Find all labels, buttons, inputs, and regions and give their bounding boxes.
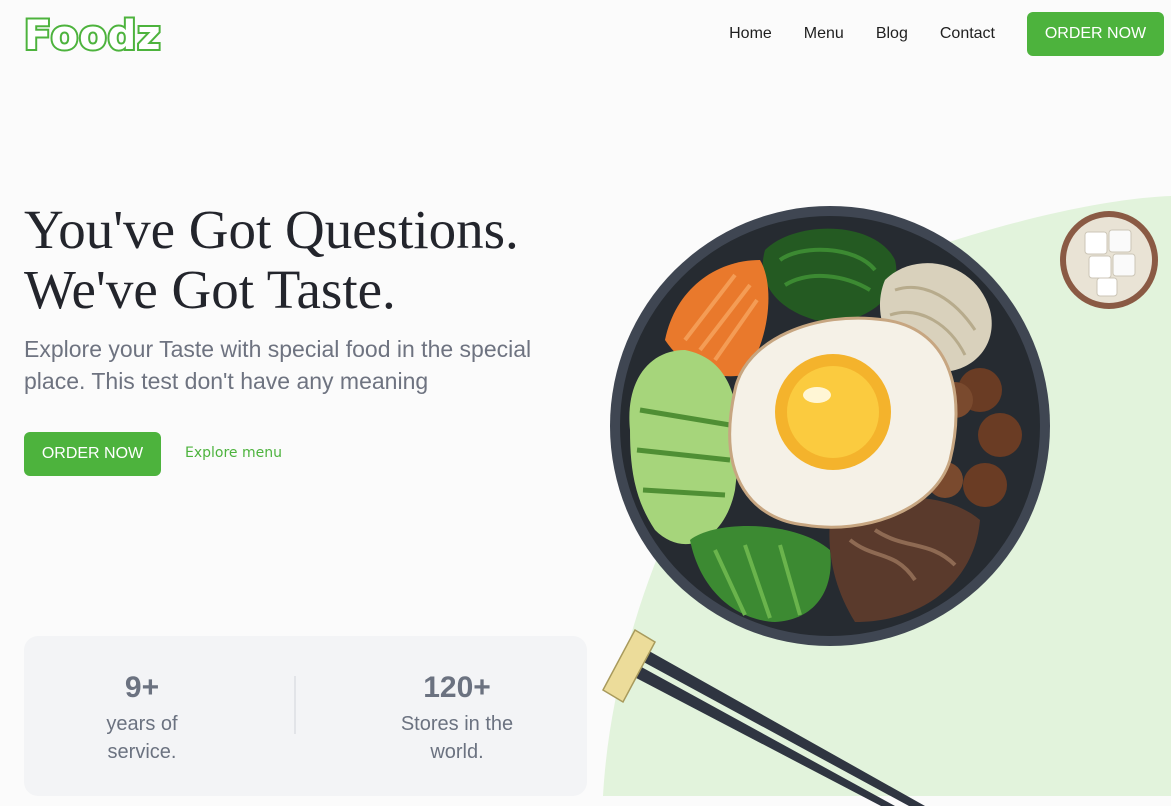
hero-title-line-2: We've Got Taste. (24, 259, 396, 320)
hero-illustration (602, 196, 1171, 806)
hero-subtitle: Explore your Taste with special food in … (24, 336, 532, 394)
stat-label-line-2: service. (107, 741, 177, 763)
nav-link-contact[interactable]: Contact (940, 25, 995, 43)
bibimbap-bowl-illustration (610, 206, 1050, 646)
stat-label-line-1: years of (106, 713, 178, 735)
stat-label-line-2: world. (430, 741, 484, 763)
stat-value: 120+ (423, 671, 491, 704)
explore-menu-link[interactable]: Explore menu (185, 445, 282, 461)
stat-label-line-1: Stores in the (400, 713, 514, 735)
fried-egg (728, 316, 958, 529)
hero-title-line-1: You've Got Questions. (24, 199, 519, 260)
hero-order-now-button[interactable]: ORDER NOW (24, 432, 161, 476)
landing-page: Foodz Home Menu Blog Contact ORDER NOW Y… (0, 0, 1171, 806)
logo-text: Foodz (24, 13, 162, 57)
header-order-now-button[interactable]: ORDER NOW (1027, 12, 1164, 56)
foodz-logo[interactable]: Foodz (22, 11, 167, 57)
stats-card: 9+ years of service. 120+ Stores in the … (24, 636, 587, 796)
nav-link-home[interactable]: Home (729, 25, 772, 43)
stat-value: 9+ (124, 671, 160, 704)
main-nav: Home Menu Blog Contact ORDER NOW (729, 12, 1164, 56)
nav-link-blog[interactable]: Blog (876, 25, 908, 43)
stat-stores: 120+ Stores in the world. (357, 668, 557, 766)
stats-divider (294, 676, 296, 734)
tofu-side-dish-illustration (1060, 211, 1158, 309)
hero-title: You've Got Questions. We've Got Taste. (24, 200, 604, 320)
stat-years-of-service: 9+ years of service. (42, 668, 242, 766)
nav-link-menu[interactable]: Menu (804, 25, 844, 43)
